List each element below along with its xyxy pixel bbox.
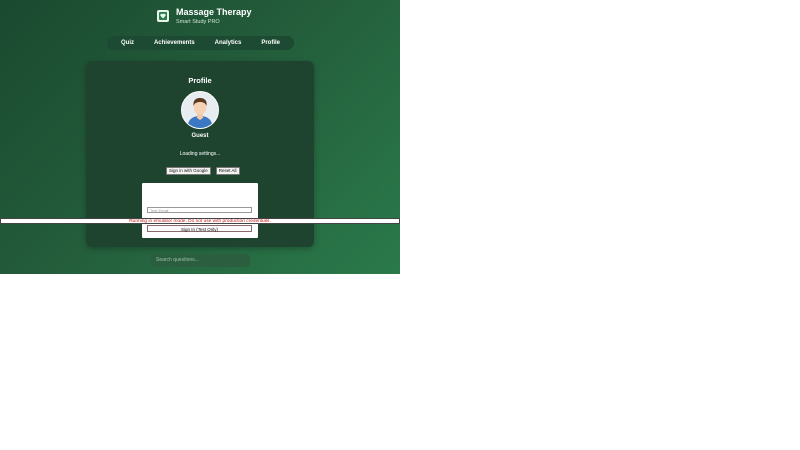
username: Guest	[191, 133, 209, 139]
app-header: Massage Therapy Smart Study PRO	[157, 7, 252, 26]
emulator-warning-banner: Running in emulator mode. Do not use wit…	[0, 218, 400, 224]
app-viewport: Massage Therapy Smart Study PRO Quiz Ach…	[0, 0, 400, 274]
test-signin-button[interactable]: Sign In (Test Only)	[147, 225, 252, 232]
settings-status: Loading settings...	[179, 151, 221, 157]
app-subtitle: Smart Study PRO	[176, 19, 220, 25]
nav-achievements[interactable]: Achievements	[154, 40, 195, 46]
reset-all-button[interactable]: Reset All	[215, 167, 240, 175]
profile-title: Profile	[188, 76, 212, 85]
user-avatar-icon	[181, 91, 219, 129]
nav-profile[interactable]: Profile	[261, 40, 280, 46]
test-login-panel: Test Email Sign In (Test Only)	[142, 183, 258, 238]
nav-analytics[interactable]: Analytics	[215, 40, 242, 46]
search-input[interactable]: Search questions...	[150, 254, 250, 267]
nav-quiz[interactable]: Quiz	[121, 40, 134, 46]
profile-actions: Sign in with Google Reset All	[166, 167, 240, 175]
test-email-input[interactable]: Test Email	[147, 207, 252, 213]
app-logo-icon	[157, 10, 169, 22]
main-nav: Quiz Achievements Analytics Profile	[107, 36, 294, 50]
app-title: Massage Therapy	[176, 7, 252, 17]
google-signin-button[interactable]: Sign in with Google	[166, 167, 211, 175]
